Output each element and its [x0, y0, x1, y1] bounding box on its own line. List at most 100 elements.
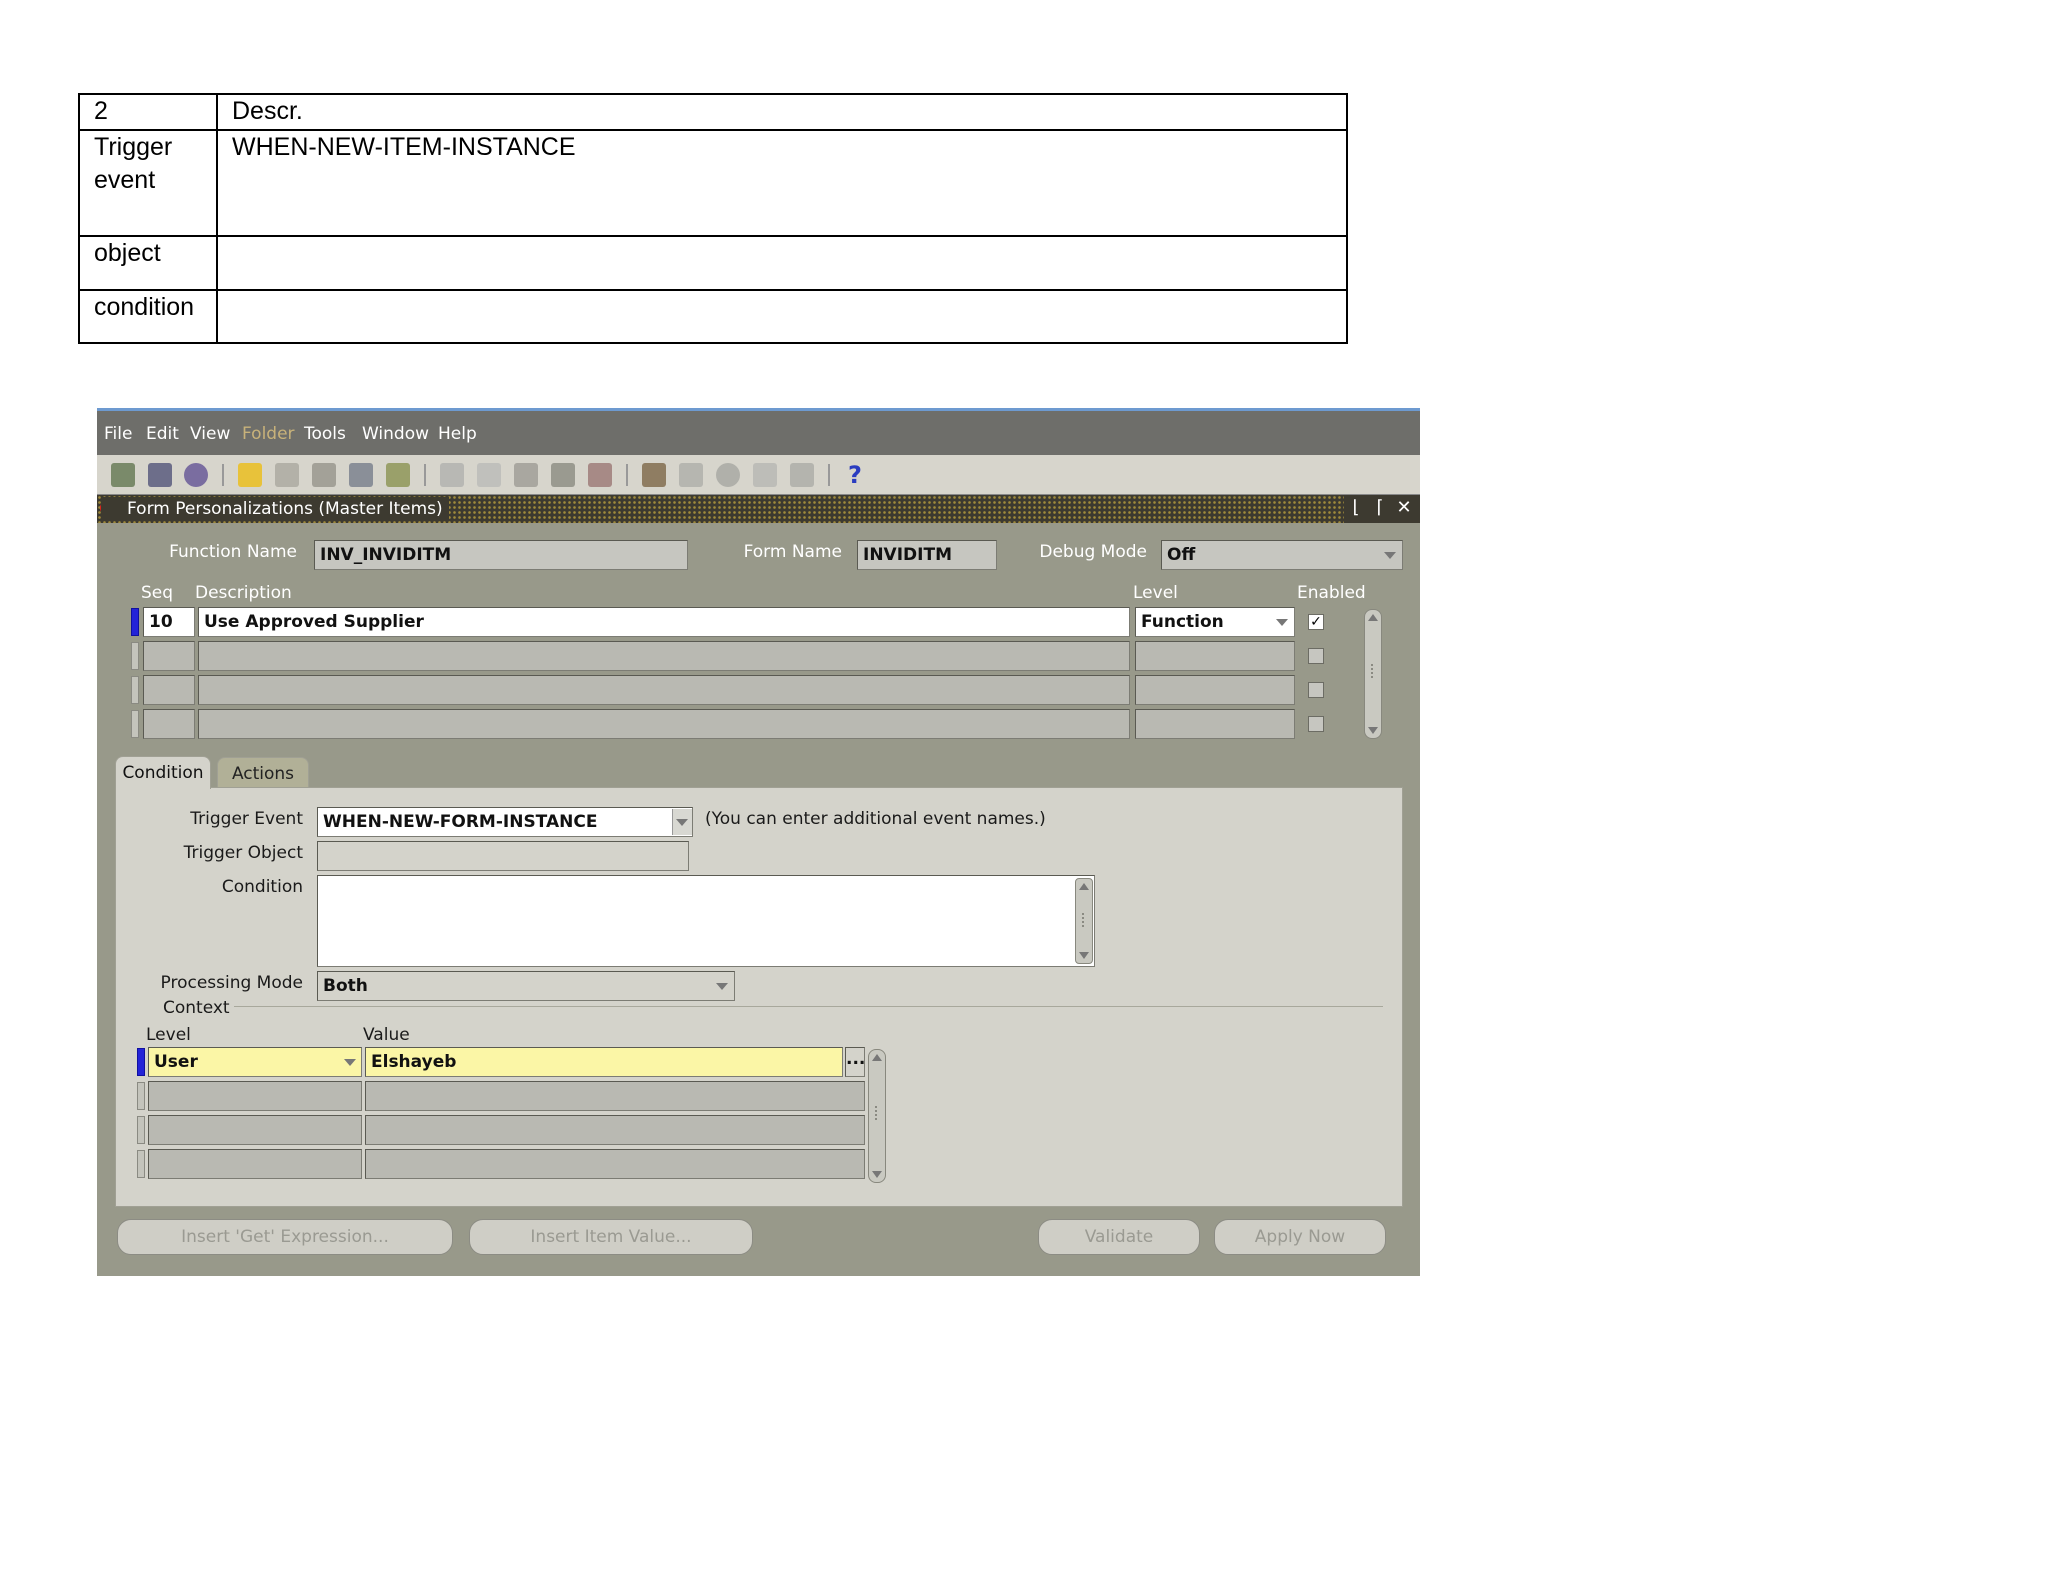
seq-column-header: Seq	[141, 583, 174, 603]
scroll-thumb[interactable]	[1371, 664, 1375, 678]
record-indicator[interactable]	[131, 642, 139, 670]
scroll-down-icon[interactable]	[872, 1171, 882, 1178]
level-select[interactable]: Function	[1135, 607, 1295, 637]
level-value: Function	[1141, 612, 1224, 632]
print-icon[interactable]	[349, 463, 373, 487]
chevron-down-icon	[1384, 552, 1396, 559]
description-field[interactable]	[198, 709, 1130, 739]
record-indicator[interactable]	[131, 608, 139, 636]
seq-field[interactable]	[143, 641, 195, 671]
condition-scrollbar[interactable]	[1075, 878, 1093, 964]
level-select[interactable]	[1135, 675, 1295, 705]
minimize-icon[interactable]: ⌊	[1346, 497, 1366, 518]
seq-field[interactable]	[143, 709, 195, 739]
scroll-up-icon[interactable]	[1079, 883, 1089, 890]
enabled-column-header: Enabled	[1297, 583, 1366, 603]
lov-button[interactable]: ...	[845, 1047, 865, 1077]
context-level-select[interactable]	[148, 1149, 362, 1179]
description-field[interactable]	[198, 641, 1130, 671]
tab-condition[interactable]: Condition	[115, 756, 211, 789]
trigger-event-dropdown[interactable]	[672, 809, 692, 835]
condition-textarea[interactable]	[317, 875, 1095, 967]
context-value-field[interactable]	[365, 1149, 865, 1179]
enabled-checkbox[interactable]	[1308, 682, 1324, 698]
apply-now-button[interactable]: Apply Now	[1214, 1219, 1386, 1255]
context-level-select[interactable]: User	[148, 1047, 362, 1077]
maximize-icon[interactable]: ⌈	[1370, 497, 1390, 518]
next-step-icon[interactable]	[275, 463, 299, 487]
save-icon[interactable]	[238, 463, 262, 487]
record-indicator[interactable]	[137, 1048, 145, 1076]
delete-record-icon[interactable]	[588, 463, 612, 487]
menu-tools[interactable]: Tools	[304, 424, 346, 444]
form-name-field[interactable]: INVIDITM	[857, 540, 997, 570]
level-select[interactable]	[1135, 641, 1295, 671]
level-select[interactable]	[1135, 709, 1295, 739]
record-indicator[interactable]	[137, 1082, 145, 1110]
zoom-icon[interactable]	[679, 463, 703, 487]
close-form-icon[interactable]	[386, 463, 410, 487]
context-scrollbar[interactable]	[868, 1049, 886, 1183]
navigate-icon[interactable]	[184, 463, 208, 487]
scroll-thumb[interactable]	[875, 1106, 879, 1120]
enabled-checkbox[interactable]	[1308, 648, 1324, 664]
record-indicator[interactable]	[137, 1150, 145, 1178]
trigger-object-field[interactable]	[317, 841, 689, 871]
description-field[interactable]: Use Approved Supplier	[198, 607, 1130, 637]
edit-field-icon[interactable]	[642, 463, 666, 487]
validate-button[interactable]: Validate	[1038, 1219, 1200, 1255]
doc-row-label: 2	[80, 95, 218, 129]
debug-mode-label: Debug Mode	[1039, 542, 1147, 562]
scroll-up-icon[interactable]	[872, 1054, 882, 1061]
menu-view[interactable]: View	[190, 424, 230, 444]
context-value-field[interactable]	[365, 1115, 865, 1145]
menu-file[interactable]: File	[104, 424, 132, 444]
copy-icon[interactable]	[477, 463, 501, 487]
seq-field[interactable]	[143, 675, 195, 705]
insert-get-expression-button[interactable]: Insert 'Get' Expression...	[117, 1219, 453, 1255]
scroll-up-icon[interactable]	[1368, 614, 1378, 621]
context-value-field[interactable]: Elshayeb	[365, 1047, 843, 1077]
help-icon[interactable]: ?	[843, 463, 867, 487]
record-indicator[interactable]	[131, 676, 139, 704]
description-field[interactable]	[198, 675, 1130, 705]
enabled-checkbox[interactable]: ✓	[1308, 614, 1324, 630]
new-record-icon[interactable]	[551, 463, 575, 487]
function-name-field[interactable]: INV_INVIDITM	[314, 540, 688, 570]
translations-icon[interactable]	[716, 463, 740, 487]
processing-mode-select[interactable]: Both	[317, 971, 735, 1001]
seq-field[interactable]: 10	[143, 607, 195, 637]
scroll-down-icon[interactable]	[1079, 952, 1089, 959]
attachments-icon[interactable]	[753, 463, 777, 487]
menu-help[interactable]: Help	[438, 424, 477, 444]
description-column-header: Description	[195, 583, 292, 603]
enabled-checkbox[interactable]	[1308, 716, 1324, 732]
trigger-event-field[interactable]: WHEN-NEW-FORM-INSTANCE	[317, 807, 693, 837]
record-indicator[interactable]	[131, 710, 139, 738]
paste-icon[interactable]	[514, 463, 538, 487]
menu-folder[interactable]: Folder	[242, 424, 295, 444]
scroll-down-icon[interactable]	[1368, 727, 1378, 734]
tab-actions[interactable]: Actions	[217, 757, 309, 790]
level-column-header: Level	[1133, 583, 1178, 603]
context-label: Context	[159, 998, 234, 1018]
context-level-select[interactable]	[148, 1081, 362, 1111]
window-title: Form Personalizations (Master Items)	[101, 497, 449, 521]
switch-responsibility-icon[interactable]	[312, 463, 336, 487]
context-level-select[interactable]	[148, 1115, 362, 1145]
menu-window[interactable]: Window	[362, 424, 429, 444]
scroll-thumb[interactable]	[1082, 913, 1086, 927]
new-icon[interactable]	[111, 463, 135, 487]
close-icon[interactable]: ✕	[1394, 497, 1414, 518]
rules-scrollbar[interactable]	[1364, 609, 1382, 739]
find-icon[interactable]	[148, 463, 172, 487]
toolbar-separator	[626, 464, 628, 486]
insert-item-value-button[interactable]: Insert Item Value...	[469, 1219, 753, 1255]
debug-mode-select[interactable]: Off	[1161, 540, 1403, 570]
doc-row-value: Descr.	[232, 97, 303, 125]
menu-edit[interactable]: Edit	[146, 424, 179, 444]
context-value-field[interactable]	[365, 1081, 865, 1111]
cut-icon[interactable]	[440, 463, 464, 487]
folder-tools-icon[interactable]	[790, 463, 814, 487]
record-indicator[interactable]	[137, 1116, 145, 1144]
